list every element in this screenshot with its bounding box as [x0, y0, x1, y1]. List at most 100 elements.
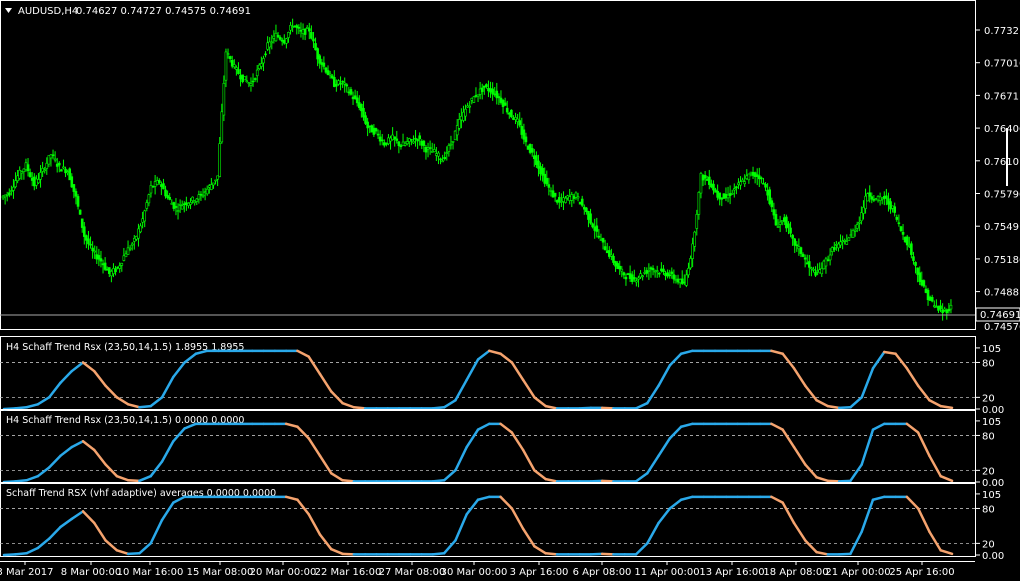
candle-body — [141, 218, 144, 223]
indicator-segment — [149, 460, 164, 478]
candle-body — [274, 32, 278, 42]
candle-body — [432, 149, 436, 153]
indicator-segment — [533, 469, 547, 481]
candle-body — [124, 253, 128, 258]
indicator-segment — [307, 513, 322, 536]
candle-body — [643, 272, 647, 274]
candle-body — [555, 200, 559, 203]
indicator-segment — [860, 498, 875, 533]
price-tick-label: 0.76406 — [984, 124, 1020, 135]
candle-body — [597, 235, 601, 238]
candle-body — [291, 26, 294, 28]
candle-body — [28, 172, 32, 178]
price-tick-label: 0.74881 — [984, 288, 1020, 299]
indicator-segment — [284, 495, 299, 501]
candle-body — [18, 169, 22, 179]
candle-body — [76, 196, 80, 207]
candle-body — [239, 75, 242, 80]
candle-body — [203, 191, 207, 194]
candle-body — [914, 262, 917, 266]
candle-body — [205, 188, 209, 195]
candle-body — [251, 80, 255, 83]
indicator-segment — [330, 472, 344, 482]
candle-body — [216, 175, 219, 180]
candle-body — [803, 257, 807, 260]
indicator-segment — [341, 479, 356, 483]
indicator-segment — [160, 440, 175, 463]
candle-body — [201, 194, 205, 197]
indicator-segment — [149, 396, 164, 408]
indicator-panel-2[interactable]: 10580200.00H4 Schaff Trend Rsx (23,50,14… — [0, 409, 1004, 490]
candle-body — [345, 84, 349, 87]
indicator-segment — [93, 448, 107, 466]
candle-body — [562, 197, 565, 202]
indicator-segment — [657, 507, 672, 525]
candle-body — [235, 67, 238, 70]
candle-body — [80, 218, 84, 228]
candle-body — [691, 243, 694, 259]
candle-body — [824, 258, 828, 267]
price-chart[interactable] — [0, 0, 976, 330]
candle-body — [543, 173, 547, 184]
candle-body — [3, 194, 7, 198]
candle-body — [649, 267, 653, 270]
candle-body — [401, 141, 405, 146]
candle-body — [539, 166, 542, 175]
candle-body — [501, 100, 505, 107]
indicator-segment — [442, 469, 457, 482]
current-price-value: 0.74691 — [980, 310, 1020, 321]
candle-body — [35, 178, 38, 186]
indicator-segment — [14, 552, 28, 556]
indicator-segment — [59, 517, 73, 529]
indicator-segment — [860, 367, 875, 399]
panel-tick-label: 105 — [982, 490, 1001, 501]
indicator-panel-3[interactable]: 10580200.00Schaff Trend RSX (vhf adaptiv… — [0, 482, 1004, 563]
candle-body — [301, 29, 305, 34]
indicator-segment — [352, 406, 367, 410]
candle-body — [255, 69, 259, 77]
candle-body — [601, 237, 605, 243]
candle-body — [349, 89, 353, 95]
candle-body — [97, 255, 101, 260]
candle-body — [862, 207, 865, 214]
candle-body — [410, 138, 413, 141]
indicator-panel-1[interactable]: 10580200.00H4 Schaff Trend Rsx (23,50,14… — [0, 336, 1004, 417]
candle-body — [68, 168, 72, 181]
indicator-segment — [2, 553, 17, 557]
candle-body — [228, 56, 232, 59]
indicator-segment — [47, 454, 62, 469]
dropdown-triangle-icon[interactable] — [5, 8, 12, 13]
indicator-segment — [826, 479, 841, 483]
indicator-segment — [81, 361, 96, 373]
candle-body — [91, 247, 94, 252]
candle-body — [778, 221, 782, 225]
candle-body — [491, 88, 494, 95]
indicator-segment — [792, 367, 807, 387]
candle-body — [468, 105, 472, 108]
candle-body — [572, 195, 576, 199]
candle-body — [405, 141, 409, 145]
candle-body — [770, 200, 774, 208]
candle-body — [528, 144, 532, 153]
candle-body — [728, 193, 732, 196]
candle-body — [412, 141, 415, 144]
indicator-segment — [837, 406, 852, 410]
indicator-segment — [172, 427, 186, 443]
candle-body — [376, 133, 380, 136]
candle-body — [89, 243, 92, 246]
candle-body — [635, 280, 638, 283]
indicator-segment — [296, 425, 310, 440]
candle-body — [55, 163, 59, 167]
candle-body — [518, 120, 522, 126]
candle-body — [324, 67, 328, 73]
indicator-segment — [657, 437, 672, 458]
candle-body — [745, 175, 749, 179]
candle-body — [70, 176, 74, 188]
indicator-segment — [47, 525, 62, 540]
candle-body — [714, 189, 717, 193]
candle-body — [172, 202, 176, 209]
candle-body — [620, 268, 624, 272]
indicator-segment — [589, 479, 604, 483]
candle-body — [891, 205, 894, 209]
candle-body — [837, 243, 840, 249]
